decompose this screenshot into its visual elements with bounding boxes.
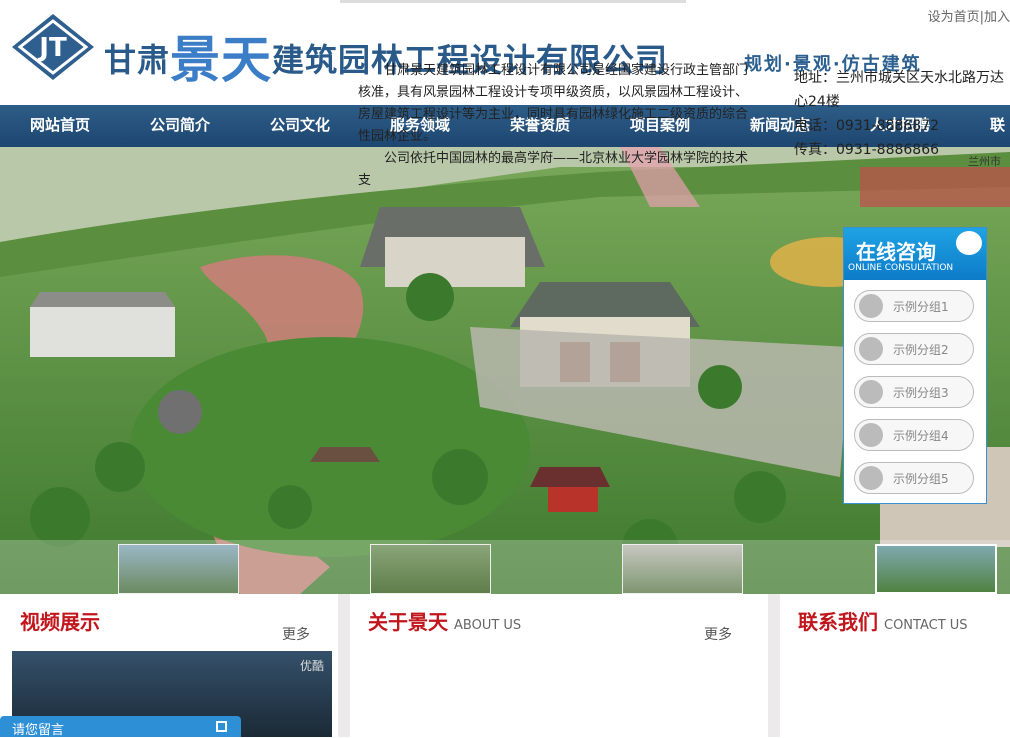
maximize-icon[interactable] [216,721,227,732]
banner-thumbnail-2[interactable] [370,544,491,594]
top-links: 设为首页|加入 [928,6,1010,25]
consult-group-2-button[interactable]: 示例分组2 [854,333,974,365]
qq-chat-icon [859,466,883,490]
contact-info: 地址：兰州市城关区天水北路万达 心24楼 电话：0931-8886872 传真：… [794,66,1004,162]
leave-message-bar[interactable]: 请您留言 [0,716,241,738]
chat-bubble-icon [956,231,982,255]
consult-group-4-button[interactable]: 示例分组4 [854,419,974,451]
contact-address: 地址：兰州市城关区天水北路万达 [794,70,1004,86]
about-title-cn: 关于景天 [368,610,448,634]
consultation-subtitle: ONLINE CONSULTATION [848,263,954,273]
video-watermark: 优酷 [299,659,324,673]
leave-message-label: 请您留言 [12,723,65,738]
contact-fax: 传真：0931-8886866 [794,142,940,158]
qq-chat-icon [859,380,883,404]
contact-address-line2: 心24楼 [794,94,840,110]
video-section-title: 视频展示 [20,610,100,634]
consult-group-5-button[interactable]: 示例分组5 [854,462,974,494]
add-favorite-link[interactable]: 加入 [984,10,1010,25]
consult-group-1-button[interactable]: 示例分组1 [854,290,974,322]
contact-title-cn: 联系我们 [798,610,878,634]
company-name-highlight: 景天 [170,31,273,89]
contact-phone: 电话：0931-8886872 [794,118,940,134]
about-section-title: 关于景天 ABOUT US [368,606,521,635]
video-more-link[interactable]: 更多 [282,624,310,644]
set-homepage-link[interactable]: 设为首页 [928,10,980,25]
contact-section-title: 联系我们 CONTACT US [798,606,968,635]
consult-group-3-button[interactable]: 示例分组3 [854,376,974,408]
banner-thumbnail-4-active[interactable] [875,544,997,594]
company-name-prefix: 甘肃 [104,41,171,79]
contact-section: 联系我们 CONTACT US [780,594,1010,737]
svg-text:JT: JT [37,33,67,63]
banner-thumbnail-1[interactable] [118,544,239,594]
qq-chat-icon [859,294,883,318]
about-text: 甘肃景天建筑园林工程设计有限公司是经国家建设行政主管部门核准，具有风景园林工程设… [358,60,758,192]
online-consultation-panel: 在线咨询 ONLINE CONSULTATION 示例分组1 示例分组2 示例分… [843,227,987,504]
consult-group-label: 示例分组2 [893,343,949,357]
consultation-header: 在线咨询 ONLINE CONSULTATION [844,228,986,280]
consult-group-label: 示例分组4 [893,429,949,443]
top-divider [340,0,686,3]
about-more-link[interactable]: 更多 [704,624,732,644]
nav-item-culture[interactable]: 公司文化 [240,105,360,147]
nav-item-home[interactable]: 网站首页 [0,105,120,147]
consult-group-label: 示例分组1 [893,300,949,314]
consult-group-label: 示例分组5 [893,472,949,486]
about-paragraph-2: 公司依托中国园林的最高学府——北京林业大学园林学院的技术支 [358,151,749,188]
consultation-title: 在线咨询 [856,240,936,264]
banner-thumbnail-3[interactable] [622,544,743,594]
qq-chat-icon [859,423,883,447]
company-logo-icon[interactable]: JT [10,12,96,82]
about-section: 关于景天 ABOUT US 更多 [350,594,768,737]
about-paragraph-1: 甘肃景天建筑园林工程设计有限公司是经国家建设行政主管部门核准，具有风景园林工程设… [358,63,749,144]
qq-chat-icon [859,337,883,361]
nav-item-about[interactable]: 公司简介 [120,105,240,147]
about-title-en: ABOUT US [454,618,522,633]
contact-title-en: CONTACT US [884,618,968,633]
consult-group-label: 示例分组3 [893,386,949,400]
